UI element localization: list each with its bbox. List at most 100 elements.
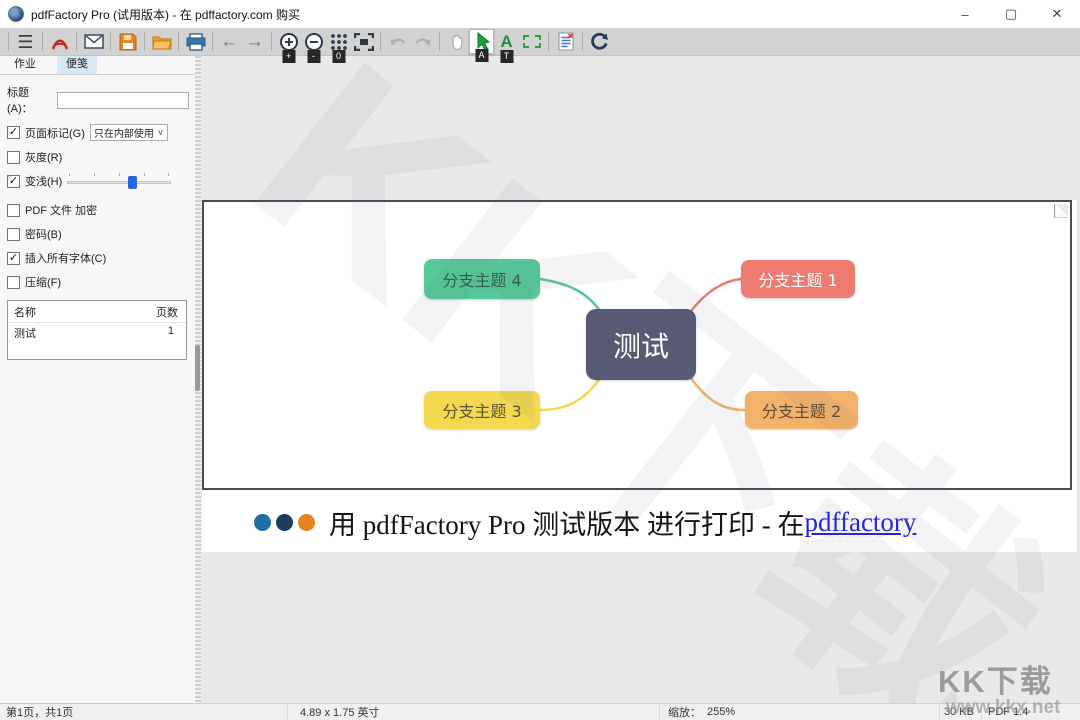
page-marks-label: 页面标记(G) <box>25 125 85 141</box>
redo-button[interactable] <box>410 29 435 54</box>
title-bar: pdfFactory Pro (试用版本) - 在 pdffactory.com… <box>0 0 1080 28</box>
toolbar-separator <box>8 32 9 51</box>
connector-branch-2 <box>691 378 745 410</box>
notes-page-icon <box>558 32 574 51</box>
trial-banner-text: 用 pdfFactory Pro 测试版本 进行打印 - 在 <box>329 503 804 542</box>
status-zoom-value: 255% <box>707 706 735 718</box>
forward-button[interactable]: → <box>242 29 267 54</box>
checkbox-password[interactable] <box>7 228 20 241</box>
page-preview: 分支主题 4 分支主题 1 测试 分支主题 3 分支主题 2 用 pdfFact… <box>202 200 1077 552</box>
toolbar-separator <box>144 32 145 51</box>
embed-fonts-label: 插入所有字体(C) <box>25 250 106 266</box>
status-zoom-label: 缩放： <box>668 704 701 720</box>
grayscale-label: 灰度(R) <box>25 149 62 165</box>
job-list-row[interactable]: 测试 1 <box>8 323 186 343</box>
menu-button[interactable]: ☰ <box>13 29 38 54</box>
page-fold-corner <box>1054 204 1068 218</box>
lighten-label: 变浅(H) <box>25 173 62 189</box>
printer-icon <box>186 33 206 51</box>
back-button[interactable]: ← <box>217 29 242 54</box>
fit-page-icon <box>354 33 374 51</box>
notes-button[interactable] <box>553 29 578 54</box>
print-button[interactable] <box>183 29 208 54</box>
page-marks-select[interactable]: 只在内部使用 ∨ <box>90 124 168 141</box>
banner-dot-navy <box>276 514 293 531</box>
job-list: 名称 页数 测试 1 <box>7 300 187 360</box>
hand-tool-button[interactable] <box>444 29 469 54</box>
lighten-slider[interactable] <box>67 173 171 189</box>
text-tool-icon: A <box>500 33 512 50</box>
splitter-grip[interactable] <box>195 345 200 391</box>
preview-area: 分支主题 4 分支主题 1 测试 分支主题 3 分支主题 2 用 pdfFact… <box>201 56 1080 703</box>
slider-thumb[interactable] <box>128 176 137 189</box>
open-button[interactable] <box>149 29 174 54</box>
select-tool-button[interactable]: A <box>469 29 494 54</box>
toolbar-separator <box>439 32 440 51</box>
checkbox-embed-fonts[interactable] <box>7 252 20 265</box>
fit-page-button[interactable] <box>351 29 376 54</box>
refresh-icon <box>590 32 609 51</box>
connector-branch-1 <box>691 279 741 311</box>
maximize-button[interactable]: ▢ <box>988 0 1034 28</box>
toolbar-separator <box>178 32 179 51</box>
grid-icon <box>330 33 348 51</box>
toolbar-separator <box>380 32 381 51</box>
zoom-out-icon <box>304 32 324 52</box>
text-tool-button[interactable]: A T <box>494 29 519 54</box>
undo-icon <box>388 34 408 50</box>
status-bar: 第1页，共1页 4.89 x 1.75 英寸 缩放： 255% 30 KB PD… <box>0 703 1080 720</box>
checkbox-compress[interactable] <box>7 276 20 289</box>
undo-button[interactable] <box>385 29 410 54</box>
grid-view-button[interactable]: 0 <box>326 29 351 54</box>
checkbox-pdf-encrypt[interactable] <box>7 204 20 217</box>
window-controls: – ▢ ✕ <box>942 0 1080 28</box>
sidebar-tabs: 作业 便笺 <box>0 56 195 75</box>
save-button[interactable] <box>115 29 140 54</box>
acrobat-icon <box>50 32 70 51</box>
chevron-down-icon: ∨ <box>157 127 164 138</box>
menu-icon: ☰ <box>17 33 33 51</box>
window-title: pdfFactory Pro (试用版本) - 在 pdffactory.com… <box>31 6 300 23</box>
job-options-sidebar: 作业 便笺 标题(A)： 页面标记(G) 只在内部使用 ∨ 灰度(R) 变浅(H… <box>0 56 195 703</box>
checkbox-grayscale[interactable] <box>7 151 20 164</box>
slider-track <box>67 181 171 184</box>
selection-box-button[interactable] <box>519 29 544 54</box>
toolbar-separator <box>548 32 549 51</box>
banner-dot-orange <box>298 514 315 531</box>
toolbar-separator <box>271 32 272 51</box>
status-page-info: 第1页，共1页 <box>6 704 73 720</box>
email-button[interactable] <box>81 29 106 54</box>
toolbar-separator <box>110 32 111 51</box>
mindmap-center-topic: 测试 <box>586 309 696 380</box>
job-list-header-pages: 页数 <box>156 304 178 320</box>
back-arrow-icon: ← <box>220 32 239 51</box>
redo-icon <box>413 34 433 50</box>
minimize-button[interactable]: – <box>942 0 988 28</box>
title-input[interactable] <box>57 92 189 109</box>
refresh-button[interactable] <box>587 29 612 54</box>
slider-tick <box>119 173 120 176</box>
hand-icon <box>448 32 466 52</box>
status-size-info: 4.89 x 1.75 英寸 <box>300 704 380 720</box>
job-list-header-name: 名称 <box>14 304 36 320</box>
compress-label: 压缩(F) <box>25 274 61 290</box>
email-icon <box>84 34 104 49</box>
pdf-encrypt-label: PDF 文件 加密 <box>25 202 97 218</box>
acrobat-button[interactable] <box>47 29 72 54</box>
zoom-in-icon <box>279 32 299 52</box>
checkbox-lighten[interactable] <box>7 175 20 188</box>
close-button[interactable]: ✕ <box>1034 0 1080 28</box>
zoom-in-button[interactable]: + <box>276 29 301 54</box>
toolbar: ☰ ← → + - 0 <box>0 28 1080 56</box>
slider-tick <box>94 173 95 176</box>
banner-dot-blue <box>254 514 271 531</box>
toolbar-separator <box>212 32 213 51</box>
trial-banner: 用 pdfFactory Pro 测试版本 进行打印 - 在 pdffactor… <box>202 492 1077 552</box>
checkbox-page-marks[interactable] <box>7 126 20 139</box>
zoom-out-button[interactable]: - <box>301 29 326 54</box>
tab-jobs[interactable]: 作业 <box>5 53 45 74</box>
app-icon <box>8 6 24 22</box>
job-pages: 1 <box>168 325 174 341</box>
mindmap-branch-3: 分支主题 3 <box>424 391 540 429</box>
tab-notes[interactable]: 便笺 <box>57 53 97 74</box>
